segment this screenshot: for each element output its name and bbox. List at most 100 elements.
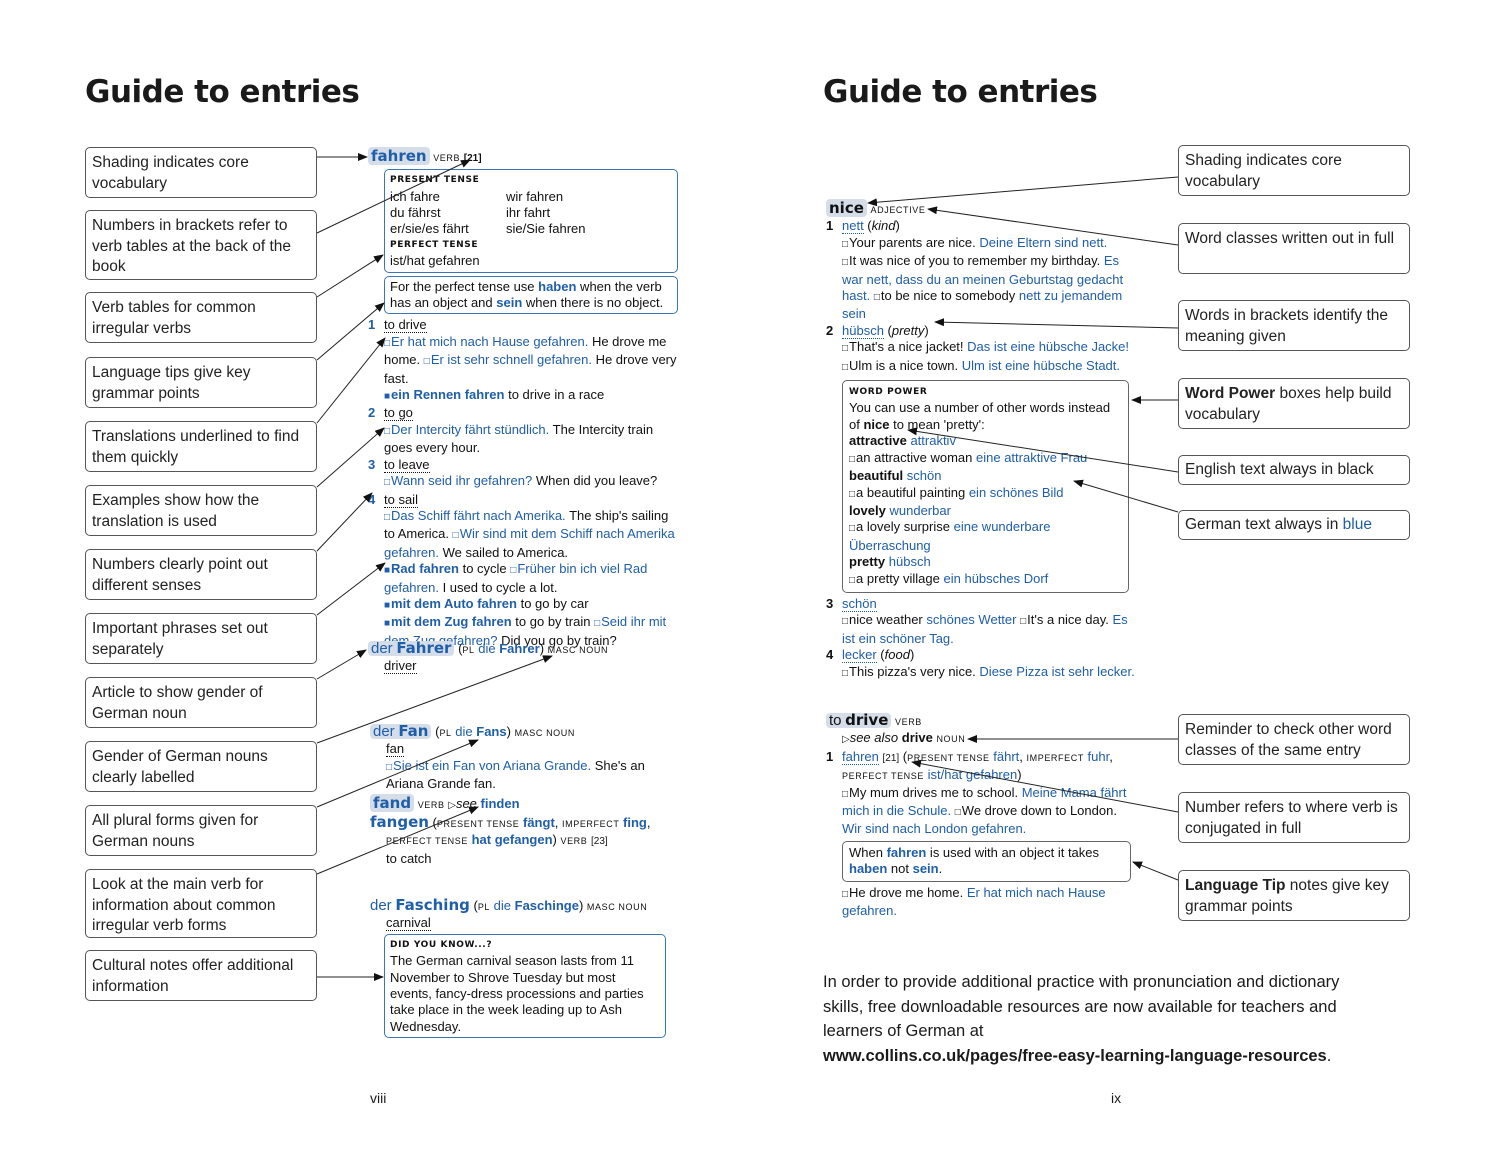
resources-note: In order to provide additional practice … xyxy=(823,970,1383,1068)
headword-fahrer: Fahrer xyxy=(396,639,452,657)
headword-drive: drive xyxy=(845,711,889,729)
sense-3: 3 to leave Wann seid ihr gefahren? When d… xyxy=(368,456,678,492)
tip-word: sein xyxy=(496,295,523,311)
headword-nice: nice xyxy=(826,199,867,217)
translation: schön xyxy=(842,595,877,612)
wp-example-de: ein schönes Bild xyxy=(968,484,1064,500)
plural-article: die xyxy=(455,724,473,739)
tense-label: PERFECT TENSE xyxy=(386,836,468,847)
sense-3: 3 schön nice weather schönes Wetter It's … xyxy=(826,595,1136,647)
pos-label: NOUN xyxy=(936,734,966,745)
sense-2: 2to go Der Intercity fährt stündlich. Th… xyxy=(368,405,678,456)
example-de: Das ist eine hübsche Jacke! xyxy=(967,339,1130,355)
did-you-know-box: DID YOU KNOW...? The German carnival sea… xyxy=(384,933,666,1039)
wp-de: schön xyxy=(906,468,942,484)
verb-table-ref: [21] xyxy=(882,752,900,764)
verb-form: hat gefangen xyxy=(471,832,553,848)
wp-de: hübsch xyxy=(888,554,931,570)
example-en: He drove me home. xyxy=(842,885,963,900)
translation: fahren xyxy=(842,748,879,765)
pos-label: VERB xyxy=(895,717,922,727)
did-you-know-text: The German carnival season lasts from 11… xyxy=(390,953,644,1034)
gender-label: MASC NOUN xyxy=(586,902,648,912)
callout-important-phrases: Important phrases set out separately xyxy=(85,613,317,664)
example-en: It was nice of you to remember my birthd… xyxy=(842,253,1100,268)
example-de: Er hat mich nach Hause gefahren. xyxy=(384,334,588,349)
example-en: We sailed to America. xyxy=(442,544,569,560)
left-page-title: Guide to entries xyxy=(85,74,360,110)
callout-english-black: English text always in black xyxy=(1178,455,1410,485)
tip-word: sein xyxy=(912,861,939,877)
sense-4: 4lecker (food) This pizza's very nice. D… xyxy=(826,647,1136,682)
right-page-title: Guide to entries xyxy=(823,74,1098,110)
translation: to leave xyxy=(384,456,430,473)
article: der xyxy=(370,897,392,914)
tip-text: When xyxy=(849,844,887,860)
infinitive-marker: to xyxy=(829,712,842,729)
page-number-left: viii xyxy=(370,1090,387,1106)
callout-blue-word: blue xyxy=(1342,516,1372,533)
tip-word: haben xyxy=(538,278,577,294)
pos-label: ADJECTIVE xyxy=(870,205,926,215)
tense-label: IMPERFECT xyxy=(1026,752,1084,763)
example-de: Deine Eltern sind nett. xyxy=(979,234,1108,250)
example-en: Ulm is a nice town. xyxy=(842,358,958,373)
plural-article: die xyxy=(493,898,512,913)
translation: fan xyxy=(386,741,405,758)
translation: hübsch xyxy=(842,322,884,339)
wp-de: attraktiv xyxy=(910,433,956,449)
conj: wir fahren xyxy=(506,188,564,204)
plural-word: Fahrer xyxy=(499,641,540,656)
callout-text: German text always in xyxy=(1185,516,1343,533)
tip-text: not xyxy=(887,861,913,877)
plural-label: PL xyxy=(439,728,452,738)
arrow xyxy=(1132,861,1179,881)
sense-1: 1nett (kind) Your parents are nice. Dein… xyxy=(826,218,1136,322)
callout-verb-table-numbers: Numbers in brackets refer to verb tables… xyxy=(85,210,317,280)
article: der xyxy=(373,723,395,740)
headword-fasching: Fasching xyxy=(395,896,470,914)
sense-number: 4 xyxy=(826,647,834,663)
callout-shading-right: Shading indicates core vocabulary xyxy=(1178,145,1410,196)
sense-number: 1 xyxy=(826,218,834,234)
callout-text: Word classes written out in full xyxy=(1185,230,1395,247)
entry-fasching: der Fasching (PL die Faschinge) MASC NOU… xyxy=(370,897,680,1041)
resources-text: In order to provide additional practice … xyxy=(823,973,1340,1040)
gender-label: MASC NOUN xyxy=(514,728,575,738)
cross-ref-target[interactable]: drive xyxy=(902,730,933,745)
meaning-note: kind xyxy=(871,218,896,234)
arrow xyxy=(316,492,373,552)
callout-words-in-brackets: Words in brackets identify the meaning g… xyxy=(1178,300,1410,351)
sense-1: 1 to drive Er hat mich nach Hause gefahre… xyxy=(368,317,678,405)
tip-text: For the perfect tense use xyxy=(390,278,539,294)
page-number-right: ix xyxy=(1111,1090,1122,1106)
tip-text: when there is no object. xyxy=(522,295,664,311)
phrase-en: to cycle xyxy=(462,561,507,577)
callout-verb-tables: Verb tables for common irregular verbs xyxy=(85,292,317,343)
verb-form: fängt xyxy=(523,815,555,831)
example-de: Ulm ist eine hübsche Stadt. xyxy=(961,357,1121,373)
entry-fahrer: der Fahrer (PL die Fahrer) MASC NOUN dri… xyxy=(368,640,678,675)
translation: to catch xyxy=(386,850,432,866)
perfect-tense-label: PERFECT TENSE xyxy=(390,239,479,250)
gender-label: MASC NOUN xyxy=(547,645,609,655)
callout-article-gender: Article to show gender of German noun xyxy=(85,677,317,728)
verb-form: fing xyxy=(623,815,647,831)
arrow xyxy=(316,649,367,680)
word-power-box: WORD POWER You can use a number of other… xyxy=(842,380,1129,593)
did-you-know-label: DID YOU KNOW...? xyxy=(390,939,493,950)
conj: er/sie/es fährt xyxy=(390,220,469,236)
wp-example-en: a beautiful painting xyxy=(849,485,965,500)
phrase-en: to go by car xyxy=(520,595,589,611)
cross-ref-target[interactable]: finden xyxy=(481,796,520,811)
conj: du fährst xyxy=(390,204,441,220)
wp-example-de: eine attraktive Frau xyxy=(976,449,1088,465)
example-en: This pizza's very nice. xyxy=(842,664,976,679)
conj: ich fahre xyxy=(390,188,440,204)
tip-word: haben xyxy=(849,861,888,877)
entry-drive: to drive VERB ▷see also drive NOUN 1 fahr… xyxy=(826,712,1136,919)
resources-link[interactable]: www.collins.co.uk/pages/free-easy-learni… xyxy=(823,1047,1327,1065)
verb-table-ref: [23] xyxy=(591,836,608,848)
plural-label: PL xyxy=(477,902,491,912)
callout-text: Shading indicates core vocabulary xyxy=(1185,152,1342,190)
